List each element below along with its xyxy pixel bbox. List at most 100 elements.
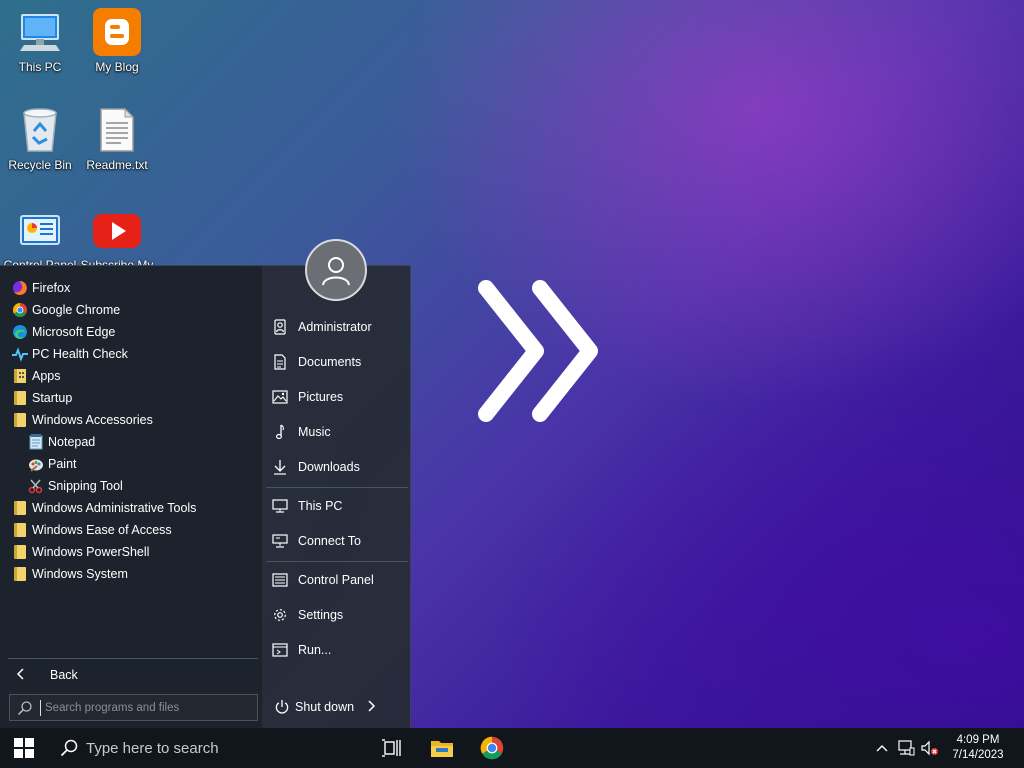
paint-icon — [28, 456, 44, 472]
chevron-right-icon[interactable] — [368, 699, 376, 715]
places-item-settings[interactable]: Settings — [262, 602, 411, 628]
shutdown-button[interactable]: Shut down — [270, 694, 400, 720]
taskbar-google-chrome[interactable] — [468, 728, 516, 768]
desktop-icon-my-blog[interactable]: My Blog — [77, 8, 157, 74]
program-item-windows-system[interactable]: Windows System — [0, 563, 262, 585]
program-item-windows-ease-of-access[interactable]: Windows Ease of Access — [0, 519, 262, 541]
folder-icon — [12, 522, 28, 538]
network-icon — [898, 740, 915, 756]
this-pc-icon — [262, 499, 298, 513]
program-item-windows-accessories[interactable]: Windows Accessories — [0, 409, 262, 431]
program-item-label: Windows PowerShell — [32, 545, 150, 559]
program-item-snipping-tool[interactable]: Snipping Tool — [0, 475, 262, 497]
start-menu-programs-pane: Firefox Google Chrome Microsoft Edge PC … — [0, 266, 262, 729]
taskbar-file-explorer[interactable] — [418, 728, 466, 768]
places-item-downloads[interactable]: Downloads — [262, 454, 411, 480]
search-icon — [10, 700, 40, 716]
places-item-label: Settings — [298, 608, 344, 622]
shutdown-label: Shut down — [295, 700, 355, 714]
program-item-windows-powershell[interactable]: Windows PowerShell — [0, 541, 262, 563]
user-avatar[interactable] — [305, 239, 367, 301]
program-item-notepad[interactable]: Notepad — [0, 431, 262, 453]
taskbar-search-box[interactable]: Type here to search — [48, 728, 368, 768]
places-item-documents[interactable]: Documents — [262, 349, 411, 375]
chevron-left-icon — [8, 667, 34, 683]
places-item-connect-to[interactable]: Connect To — [262, 528, 411, 554]
program-item-label: Firefox — [32, 281, 71, 295]
search-icon — [60, 739, 78, 757]
program-item-label: Google Chrome — [32, 303, 121, 317]
places-item-control-panel[interactable]: Control Panel — [262, 567, 411, 593]
program-item-label: Microsoft Edge — [32, 325, 116, 339]
recycle-bin-icon — [16, 106, 64, 154]
program-item-windows-administrative-tools[interactable]: Windows Administrative Tools — [0, 497, 262, 519]
taskbar-clock[interactable]: 4:09 PM 7/14/2023 — [942, 728, 1014, 768]
chevron-up-icon — [876, 745, 888, 752]
places-item-label: Music — [298, 425, 331, 439]
volume-muted-icon — [921, 740, 938, 756]
folder-icon — [12, 368, 28, 384]
blogger-icon — [93, 8, 141, 56]
program-item-label: Windows Ease of Access — [32, 523, 172, 537]
start-search-input[interactable] — [45, 701, 257, 714]
divider — [8, 658, 258, 659]
desktop-icon-control-panel[interactable]: Control Panel — [0, 206, 80, 272]
notepad-icon — [28, 434, 44, 450]
places-item-label: Downloads — [298, 460, 360, 474]
folder-icon — [12, 412, 28, 428]
places-item-label: Control Panel — [298, 573, 374, 587]
chevron-logo-icon — [470, 276, 610, 426]
control-panel-icon — [262, 573, 298, 587]
connect-to-icon — [262, 534, 298, 548]
desktop-icon-this-pc[interactable]: This PC — [0, 8, 80, 74]
desktop-icon-recycle-bin[interactable]: Recycle Bin — [0, 106, 80, 172]
pictures-icon — [262, 390, 298, 404]
network-button[interactable] — [894, 728, 918, 768]
start-menu-places-pane: Administrator Documents Pictures Music D… — [262, 266, 411, 729]
settings-icon — [262, 607, 298, 623]
divider — [266, 561, 408, 562]
program-item-google-chrome[interactable]: Google Chrome — [0, 299, 262, 321]
desktop-icon-label: Recycle Bin — [8, 158, 72, 172]
program-item-firefox[interactable]: Firefox — [0, 277, 262, 299]
places-item-this-pc[interactable]: This PC — [262, 493, 411, 519]
run-icon — [262, 643, 298, 657]
back-button[interactable]: Back — [8, 664, 258, 686]
desktop-icon-subscribe[interactable]: Subscribe My — [77, 206, 157, 272]
program-item-label: Notepad — [48, 435, 96, 449]
program-item-label: Paint — [48, 457, 77, 471]
places-item-run[interactable]: Run... — [262, 637, 411, 663]
downloads-icon — [262, 459, 298, 475]
volume-button[interactable] — [918, 728, 942, 768]
places-item-label: This PC — [298, 499, 343, 513]
music-icon — [262, 424, 298, 440]
health-check-icon — [12, 346, 28, 362]
program-item-pc-health-check[interactable]: PC Health Check — [0, 343, 262, 365]
divider — [266, 487, 408, 488]
show-desktop-button[interactable] — [1014, 728, 1024, 768]
task-view-button[interactable] — [368, 728, 416, 768]
clock-time: 4:09 PM — [956, 734, 1000, 746]
program-item-label: Windows Accessories — [32, 413, 153, 427]
program-item-apps[interactable]: Apps — [0, 365, 262, 387]
program-item-microsoft-edge[interactable]: Microsoft Edge — [0, 321, 262, 343]
places-item-pictures[interactable]: Pictures — [262, 384, 411, 410]
program-item-label: PC Health Check — [32, 347, 128, 361]
places-item-administrator[interactable]: Administrator — [262, 314, 411, 340]
program-item-paint[interactable]: Paint — [0, 453, 262, 475]
edge-icon — [12, 324, 28, 340]
desktop-icon-readme[interactable]: Readme.txt — [77, 106, 157, 172]
snipping-tool-icon — [28, 478, 44, 494]
places-item-label: Documents — [298, 355, 362, 369]
folder-icon — [12, 390, 28, 406]
user-silhouette-icon — [322, 257, 350, 286]
show-hidden-icons-button[interactable] — [870, 728, 894, 768]
program-item-label: Windows Administrative Tools — [32, 501, 197, 515]
windows-logo-icon — [14, 738, 34, 758]
start-button[interactable] — [0, 728, 48, 768]
places-item-music[interactable]: Music — [262, 419, 411, 445]
text-caret — [40, 699, 41, 716]
folder-icon — [12, 566, 28, 582]
program-item-startup[interactable]: Startup — [0, 387, 262, 409]
start-search-box[interactable] — [9, 694, 258, 721]
